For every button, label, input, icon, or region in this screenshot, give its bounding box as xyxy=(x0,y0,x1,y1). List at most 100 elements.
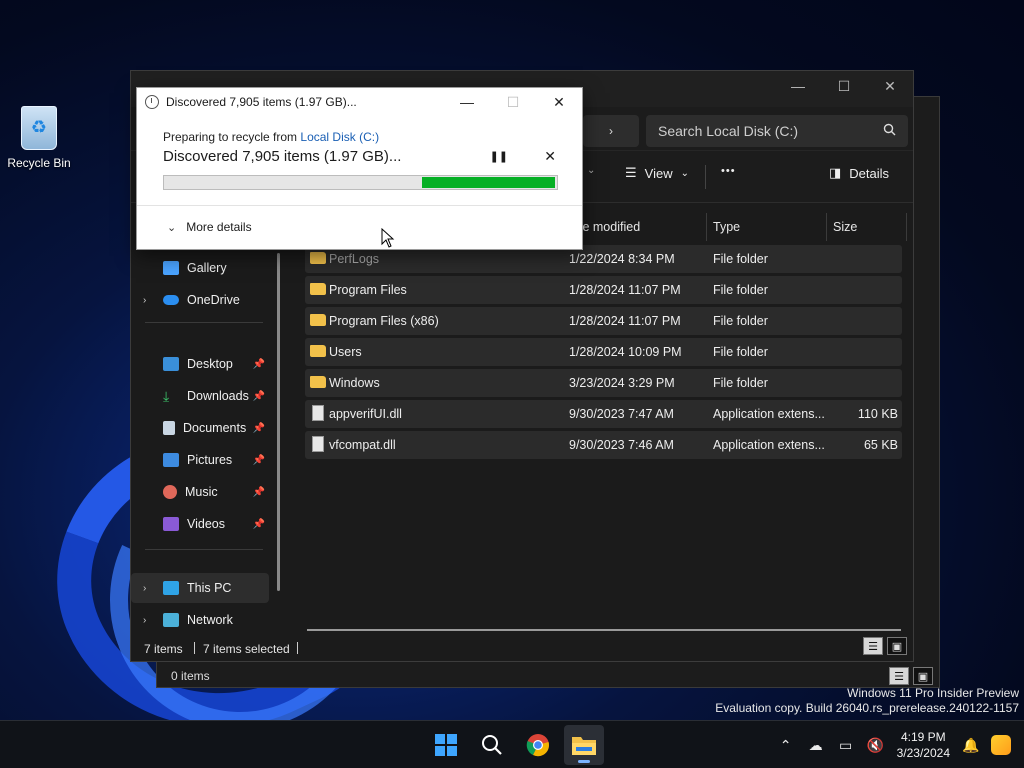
tiles-view-icon[interactable]: ▣ xyxy=(913,667,933,685)
table-row[interactable]: Program Files (x86) 1/28/2024 11:07 PM F… xyxy=(305,307,902,335)
desktop-icon-recycle-bin[interactable]: Recycle Bin xyxy=(6,106,72,170)
sidebar-item-onedrive[interactable]: › OneDrive xyxy=(131,285,269,315)
preparing-prefix: Preparing to recycle from xyxy=(163,130,298,144)
back-status-count: 0 items xyxy=(171,669,210,683)
more-options-button[interactable]: ••• xyxy=(721,165,736,177)
close-button[interactable]: ✕ xyxy=(536,88,582,116)
volume-muted-icon[interactable]: 🔇 xyxy=(861,730,891,760)
taskbar-clock[interactable]: 4:19 PM 3/23/2024 xyxy=(891,729,956,761)
maximize-button[interactable]: ☐ xyxy=(821,71,867,101)
sidebar-item-gallery[interactable]: Gallery xyxy=(131,253,269,283)
file-name: Program Files (x86) xyxy=(329,314,439,328)
sidebar-item-downloads[interactable]: ⤓ Downloads 📌 xyxy=(131,381,269,411)
column-type[interactable]: Type xyxy=(713,220,740,234)
pin-icon[interactable]: 📌 xyxy=(253,359,265,370)
sidebar-item-label: Documents xyxy=(183,421,247,435)
file-explorer-taskbar-button[interactable] xyxy=(564,725,604,765)
sidebar-scrollbar[interactable] xyxy=(277,253,280,591)
file-date: 9/30/2023 7:46 AM xyxy=(569,438,674,452)
status-bar: 7 items 7 items selected ☰ ▣ xyxy=(131,633,913,661)
sidebar-item-this-pc[interactable]: › This PC xyxy=(131,573,269,603)
file-type: File folder xyxy=(713,252,768,266)
pin-icon[interactable]: 📌 xyxy=(253,455,265,466)
folder-icon xyxy=(310,345,326,357)
sidebar-item-videos[interactable]: Videos 📌 xyxy=(131,509,269,539)
details-view-icon[interactable]: ☰ xyxy=(863,637,883,655)
watermark-line-2: Evaluation copy. Build 26040.rs_prerelea… xyxy=(715,701,1019,715)
details-view-icon[interactable]: ☰ xyxy=(889,667,909,685)
horizontal-scrollbar[interactable] xyxy=(307,629,901,631)
sidebar-item-label: Videos xyxy=(187,517,225,531)
start-button[interactable] xyxy=(426,725,466,765)
search-icon xyxy=(482,735,502,755)
sidebar-item-network[interactable]: › Network xyxy=(131,605,269,635)
close-button[interactable]: ✕ xyxy=(867,71,913,101)
sidebar-item-label: Network xyxy=(187,613,233,627)
table-row[interactable]: appverifUI.dll 9/30/2023 7:47 AM Applica… xyxy=(305,400,902,428)
file-name: Users xyxy=(329,345,362,359)
pin-icon[interactable]: 📌 xyxy=(253,391,265,402)
chevron-up-icon[interactable]: ⌃ xyxy=(771,730,801,760)
search-input[interactable]: Search Local Disk (C:) xyxy=(646,115,908,147)
file-name: PerfLogs xyxy=(329,252,380,266)
minimize-button[interactable]: — xyxy=(775,71,821,101)
view-toggle: ☰ ▣ xyxy=(863,637,907,655)
table-row[interactable]: Program Files 1/28/2024 11:07 PM File fo… xyxy=(305,276,902,304)
table-row[interactable]: Windows 3/23/2024 3:29 PM File folder xyxy=(305,369,902,397)
file-date: 1/22/2024 8:34 PM xyxy=(569,252,675,266)
evaluation-watermark: Windows 11 Pro Insider Preview Evaluatio… xyxy=(715,686,1019,716)
file-type: File folder xyxy=(713,314,768,328)
notification-bell-icon[interactable]: 🔔 xyxy=(956,730,986,760)
network-icon[interactable]: ▭ xyxy=(831,730,861,760)
sidebar-item-label: Desktop xyxy=(187,357,233,371)
chrome-button[interactable] xyxy=(518,725,558,765)
expand-arrow-icon[interactable]: › xyxy=(143,615,146,626)
sidebar-item-documents[interactable]: Documents 📌 xyxy=(131,413,269,443)
computer-icon xyxy=(163,581,179,595)
watermark-line-1: Windows 11 Pro Insider Preview xyxy=(847,686,1019,700)
view-button[interactable]: ☰ View ⌄ xyxy=(625,165,689,181)
table-row[interactable]: vfcompat.dll 9/30/2023 7:46 AM Applicati… xyxy=(305,431,902,459)
document-icon xyxy=(163,421,175,435)
mouse-cursor-icon xyxy=(381,227,395,251)
sidebar-item-label: OneDrive xyxy=(187,293,240,307)
table-row[interactable]: Users 1/28/2024 10:09 PM File folder xyxy=(305,338,902,366)
view-list-icon: ☰ xyxy=(625,165,637,180)
folder-icon xyxy=(310,283,326,295)
minimize-button[interactable]: — xyxy=(444,88,490,116)
more-icon: ••• xyxy=(721,165,736,177)
more-details-button[interactable]: ⌄ More details xyxy=(137,206,582,234)
copilot-icon[interactable] xyxy=(986,730,1016,760)
pause-button[interactable]: ❚❚ xyxy=(490,150,508,163)
details-pane-button[interactable]: ◨ Details xyxy=(829,165,889,181)
pin-icon[interactable]: 📌 xyxy=(253,423,265,434)
clock-icon xyxy=(145,95,159,109)
sidebar-divider xyxy=(145,322,263,323)
file-type: File folder xyxy=(713,283,768,297)
network-icon xyxy=(163,613,179,627)
file-size: 110 KB xyxy=(857,407,898,421)
onedrive-offline-icon[interactable]: ☁ xyxy=(801,730,831,760)
tiles-view-icon[interactable]: ▣ xyxy=(887,637,907,655)
desktop-icon xyxy=(163,357,179,371)
breadcrumb-chevron-icon[interactable]: › xyxy=(583,115,639,147)
sort-chevron-icon[interactable]: ⌄ xyxy=(587,165,595,176)
sidebar-item-music[interactable]: Music 📌 xyxy=(131,477,269,507)
source-location-link[interactable]: Local Disk (C:) xyxy=(300,130,379,144)
expand-arrow-icon[interactable]: › xyxy=(143,583,146,594)
dialog-title: Discovered 7,905 items (1.97 GB)... xyxy=(166,95,357,109)
column-size[interactable]: Size xyxy=(833,220,857,234)
navigation-pane: Gallery › OneDrive Desktop 📌 ⤓ Downloads… xyxy=(131,213,281,633)
sidebar-item-pictures[interactable]: Pictures 📌 xyxy=(131,445,269,475)
search-button[interactable] xyxy=(472,725,512,765)
sidebar-item-desktop[interactable]: Desktop 📌 xyxy=(131,349,269,379)
cancel-button[interactable]: ✕ xyxy=(544,148,556,165)
expand-arrow-icon[interactable]: › xyxy=(143,295,146,306)
file-date: 1/28/2024 11:07 PM xyxy=(569,283,681,297)
column-date-modified[interactable]: te modified xyxy=(579,220,640,234)
dialog-title-bar: Discovered 7,905 items (1.97 GB)... — ☐ … xyxy=(137,88,582,116)
progress-bar xyxy=(163,175,558,190)
pin-icon[interactable]: 📌 xyxy=(253,519,265,530)
pin-icon[interactable]: 📌 xyxy=(253,487,265,498)
view-label: View xyxy=(644,165,673,181)
